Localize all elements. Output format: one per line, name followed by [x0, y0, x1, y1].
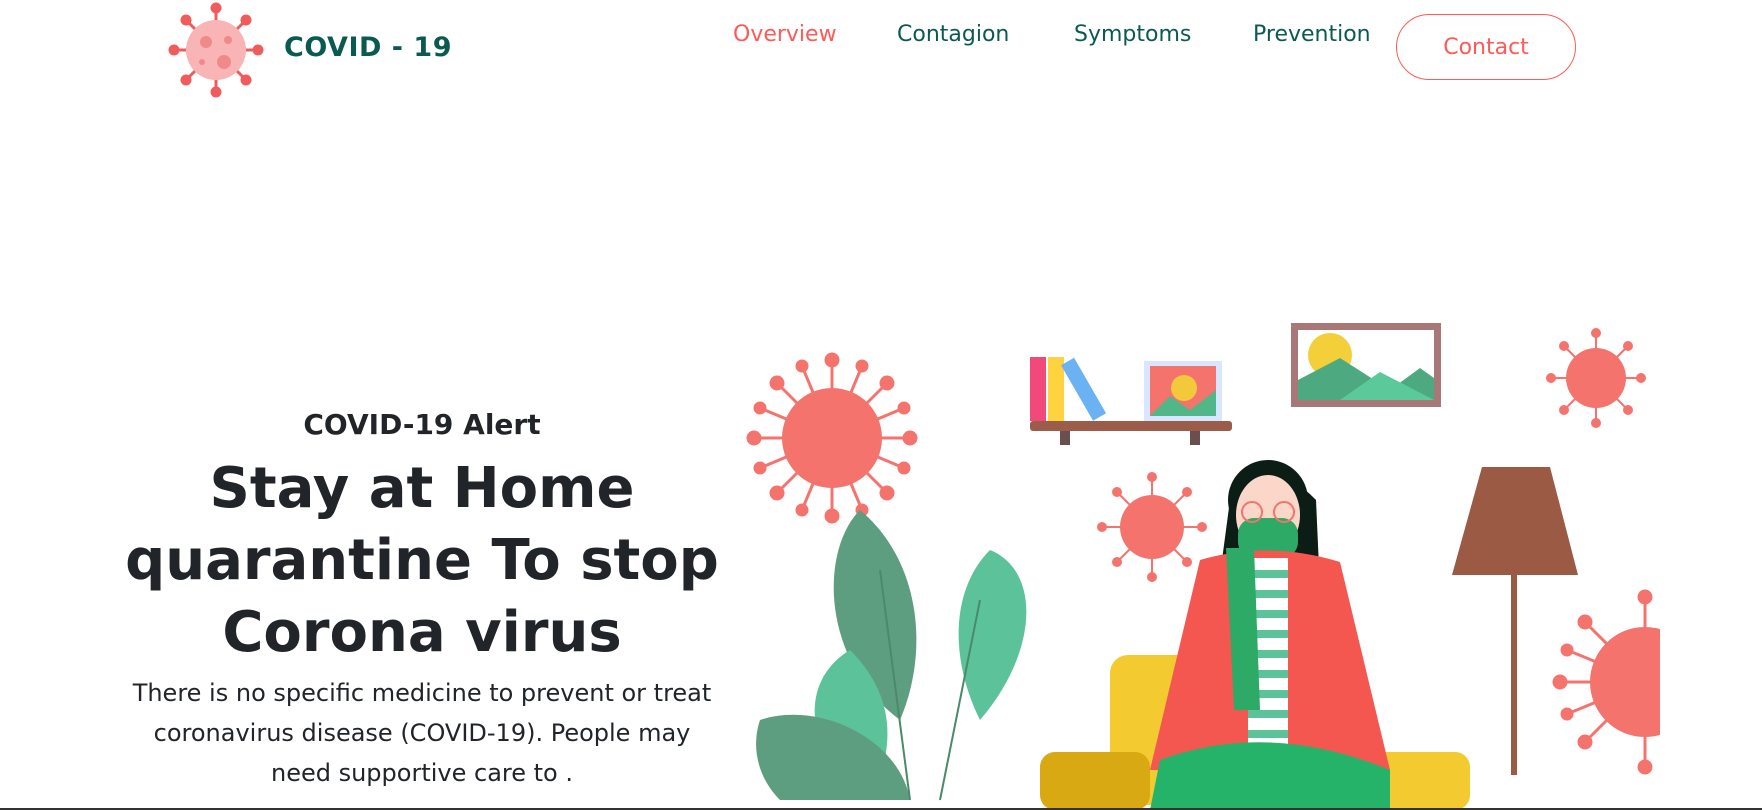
wall-picture	[1291, 323, 1441, 407]
hero-headline: Stay at Home quarantine To stop Corona v…	[125, 456, 719, 665]
woman-figure	[1150, 460, 1390, 810]
bookshelf	[1030, 357, 1232, 445]
contact-button[interactable]: Contact	[1396, 14, 1576, 80]
virus-logo-icon[interactable]	[166, 0, 266, 100]
floor-lamp	[1452, 467, 1578, 775]
hero-text: COVID-19 Alert Stay at Home quarantine T…	[110, 408, 734, 793]
nav-prevention[interactable]: Prevention	[1253, 22, 1371, 47]
alert-subtitle: COVID-19 Alert	[303, 408, 541, 441]
nav-contagion[interactable]: Contagion	[897, 22, 1009, 47]
brand-title[interactable]: COVID - 19	[284, 32, 452, 63]
virus-icon	[746, 352, 918, 524]
virus-icon	[1552, 589, 1660, 775]
plant-leaves	[756, 510, 1027, 801]
virus-icon	[1546, 328, 1646, 428]
virus-icon	[1097, 472, 1207, 582]
hero-description: There is no specific medicine to prevent…	[132, 679, 712, 787]
woman-quarantine-illustration	[746, 323, 1660, 810]
nav-overview[interactable]: Overview	[733, 22, 837, 47]
nav-symptoms[interactable]: Symptoms	[1074, 22, 1191, 47]
